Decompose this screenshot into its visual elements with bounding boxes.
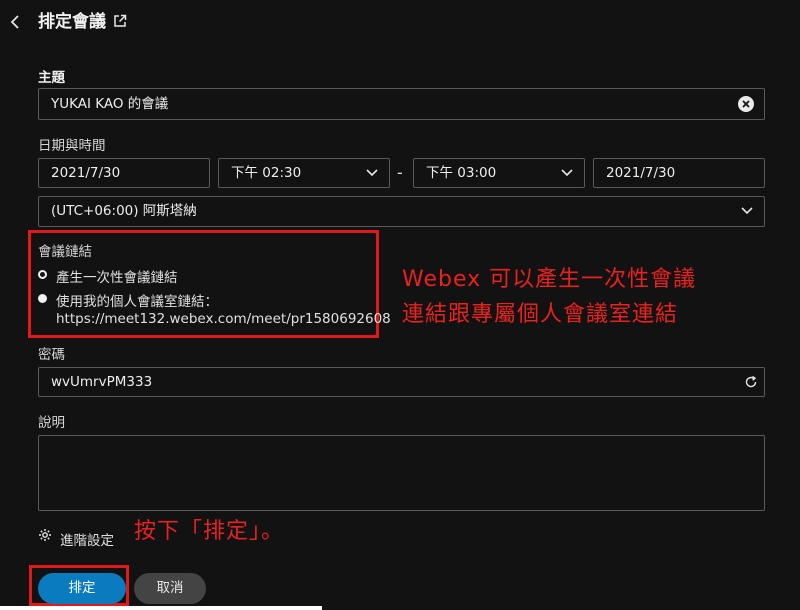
password-label: 密碼 xyxy=(38,347,65,363)
one-time-link-label: 產生一次性會議鏈結 xyxy=(56,270,178,286)
description-label: 說明 xyxy=(38,415,65,431)
page-title: 排定會議 xyxy=(38,12,106,32)
password-input[interactable]: wvUmrvPM333 xyxy=(38,367,765,397)
topic-value: YUKAI KAO 的會議 xyxy=(51,96,169,112)
start-time-select[interactable]: 下午 02:30 xyxy=(218,158,390,188)
chevron-down-icon xyxy=(365,166,379,180)
time-separator: - xyxy=(397,163,403,182)
advanced-settings-link[interactable]: 進階設定 xyxy=(60,529,114,549)
timezone-value: (UTC+06:00) 阿斯塔納 xyxy=(51,203,197,219)
annotation-link-note-line2: 連結跟專屬個人會議室連結 xyxy=(402,302,679,327)
header: 排定會議 xyxy=(0,0,800,48)
description-textarea[interactable] xyxy=(38,435,765,511)
cancel-button[interactable]: 取消 xyxy=(134,573,206,604)
radio-one-time-link[interactable]: 產生一次性會議鏈結 xyxy=(38,266,338,286)
radio-personal-room-link[interactable]: 使用我的個人會議室鏈結： xyxy=(38,290,368,310)
personal-room-url: https://meet132.webex.com/meet/pr1580692… xyxy=(56,311,391,327)
radio-checked-icon[interactable] xyxy=(38,270,47,279)
end-date-field[interactable]: 2021/7/30 xyxy=(593,158,765,188)
datetime-label: 日期與時間 xyxy=(38,138,106,154)
chevron-left-icon[interactable] xyxy=(8,11,24,33)
topic-input[interactable]: YUKAI KAO 的會議 xyxy=(38,88,765,120)
chevron-down-icon xyxy=(740,204,754,218)
end-time-value: 下午 03:00 xyxy=(426,165,497,181)
password-value: wvUmrvPM333 xyxy=(51,374,153,390)
meeting-link-label: 會議鏈結 xyxy=(38,244,92,260)
annotation-link-note-line1: Webex 可以產生一次性會議 xyxy=(402,267,697,292)
bottom-edge-strip xyxy=(0,606,322,610)
timezone-select[interactable]: (UTC+06:00) 阿斯塔納 xyxy=(38,196,765,227)
topic-label: 主題 xyxy=(38,70,65,86)
personal-room-link-label: 使用我的個人會議室鏈結： xyxy=(56,294,218,310)
start-date-field[interactable]: 2021/7/30 xyxy=(38,158,210,188)
gear-icon[interactable] xyxy=(38,528,52,542)
start-time-value: 下午 02:30 xyxy=(231,165,302,181)
annotation-schedule-note: 按下「排定」。 xyxy=(134,519,285,544)
external-link-icon[interactable] xyxy=(113,14,127,28)
schedule-button[interactable]: 排定 xyxy=(38,573,126,604)
end-time-select[interactable]: 下午 03:00 xyxy=(413,158,585,188)
refresh-icon[interactable] xyxy=(744,375,758,389)
clear-circle-icon[interactable] xyxy=(737,95,755,113)
radio-unchecked-icon[interactable] xyxy=(38,294,47,303)
end-date-value: 2021/7/30 xyxy=(606,165,676,181)
start-date-value: 2021/7/30 xyxy=(51,165,121,181)
chevron-down-icon xyxy=(560,166,574,180)
